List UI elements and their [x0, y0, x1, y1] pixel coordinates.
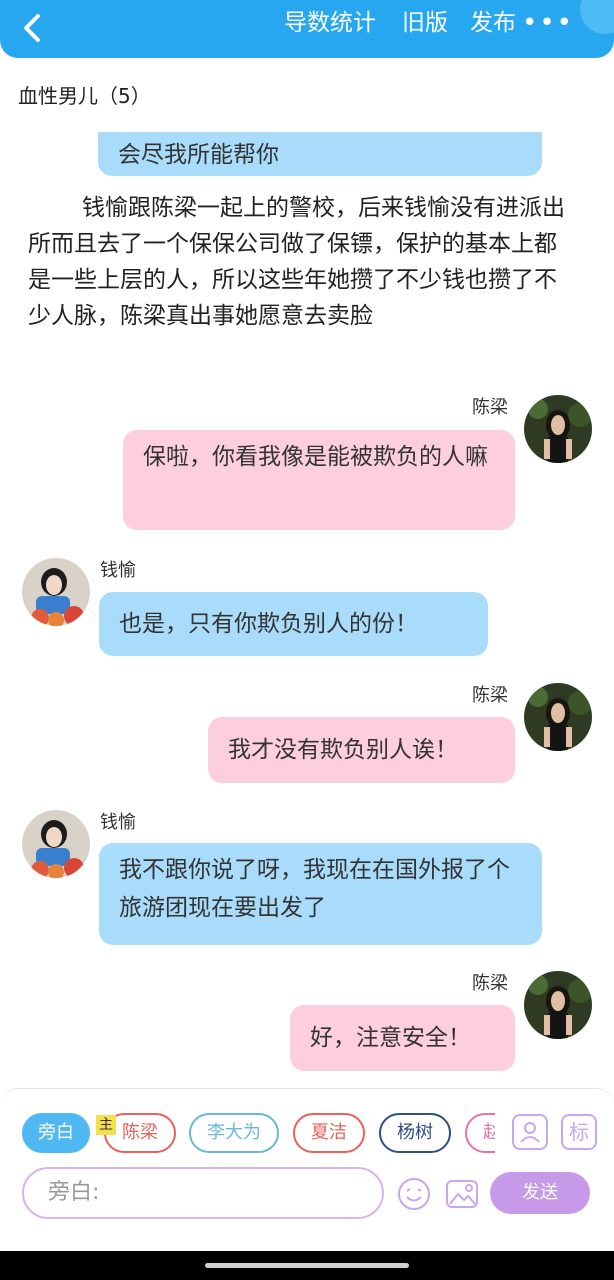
- message-bubble: 好，注意安全！: [290, 1005, 515, 1071]
- message-bubble: 我不跟你说了呀，我现在在国外报了个旅游团现在要出发了: [99, 843, 542, 945]
- person-icon: [520, 1122, 540, 1143]
- role-chip-lidawei[interactable]: 李大为: [189, 1113, 279, 1153]
- sender-name: 陈梁: [472, 973, 508, 994]
- narration-text: 钱愉跟陈梁一起上的警校，后来钱愉没有进派出所而且去了一个保保公司做了保镖，保护的…: [28, 195, 565, 329]
- more-icon[interactable]: •••: [522, 8, 574, 38]
- sender-name: 钱愉: [100, 560, 136, 581]
- role-chip-zhao[interactable]: 赵: [465, 1113, 495, 1153]
- role-chip-clip: 赵: [465, 1113, 495, 1153]
- avatar-image: [22, 558, 90, 626]
- role-chip-xiajie[interactable]: 夏洁: [293, 1113, 365, 1153]
- image-icon: [446, 1180, 478, 1208]
- stats-button[interactable]: 导数统计: [284, 10, 376, 36]
- avatar[interactable]: [22, 810, 90, 878]
- avatar-image: [524, 395, 592, 463]
- old-version-button[interactable]: 旧版: [402, 10, 448, 36]
- message-bubble: 也是，只有你欺负别人的份！: [99, 592, 488, 656]
- image-button[interactable]: [445, 1177, 479, 1215]
- message-bubble: 保啦，你看我像是能被欺负的人嘛: [123, 430, 515, 530]
- message-input[interactable]: 旁白:: [22, 1167, 384, 1219]
- role-chip-narrator[interactable]: 旁白: [22, 1113, 90, 1153]
- chat-scroll-clip: 会尽我所能帮你: [98, 132, 542, 176]
- avatar[interactable]: [524, 683, 592, 751]
- avatar-image: [524, 683, 592, 751]
- corner-decoration: [580, 0, 614, 34]
- back-button[interactable]: [18, 10, 48, 46]
- emoji-icon: [398, 1178, 430, 1210]
- message-bubble: 我才没有欺负别人诶！: [208, 717, 515, 783]
- avatar[interactable]: [22, 558, 90, 626]
- send-button[interactable]: 发送: [490, 1172, 590, 1214]
- avatar[interactable]: [524, 395, 592, 463]
- chevron-left-icon: [24, 14, 40, 42]
- message-bubble: 会尽我所能帮你: [98, 132, 542, 176]
- main-role-badge: 主: [96, 1115, 116, 1135]
- sender-name: 陈梁: [472, 397, 508, 418]
- avatar[interactable]: [524, 971, 592, 1039]
- sender-name: 陈梁: [472, 685, 508, 706]
- role-chip-yangshu[interactable]: 杨树: [379, 1113, 451, 1153]
- tag-icon[interactable]: 标: [561, 1114, 597, 1150]
- person-card-icon[interactable]: [512, 1114, 548, 1150]
- avatar-image: [22, 810, 90, 878]
- home-indicator[interactable]: [205, 1263, 409, 1268]
- sender-name: 钱愉: [100, 812, 136, 833]
- top-bar: 导数统计 旧版 发布 •••: [0, 0, 614, 58]
- emoji-button[interactable]: [397, 1177, 431, 1215]
- avatar-image: [524, 971, 592, 1039]
- page-title: 血性男儿（5）: [18, 84, 151, 108]
- publish-button[interactable]: 发布: [470, 10, 516, 36]
